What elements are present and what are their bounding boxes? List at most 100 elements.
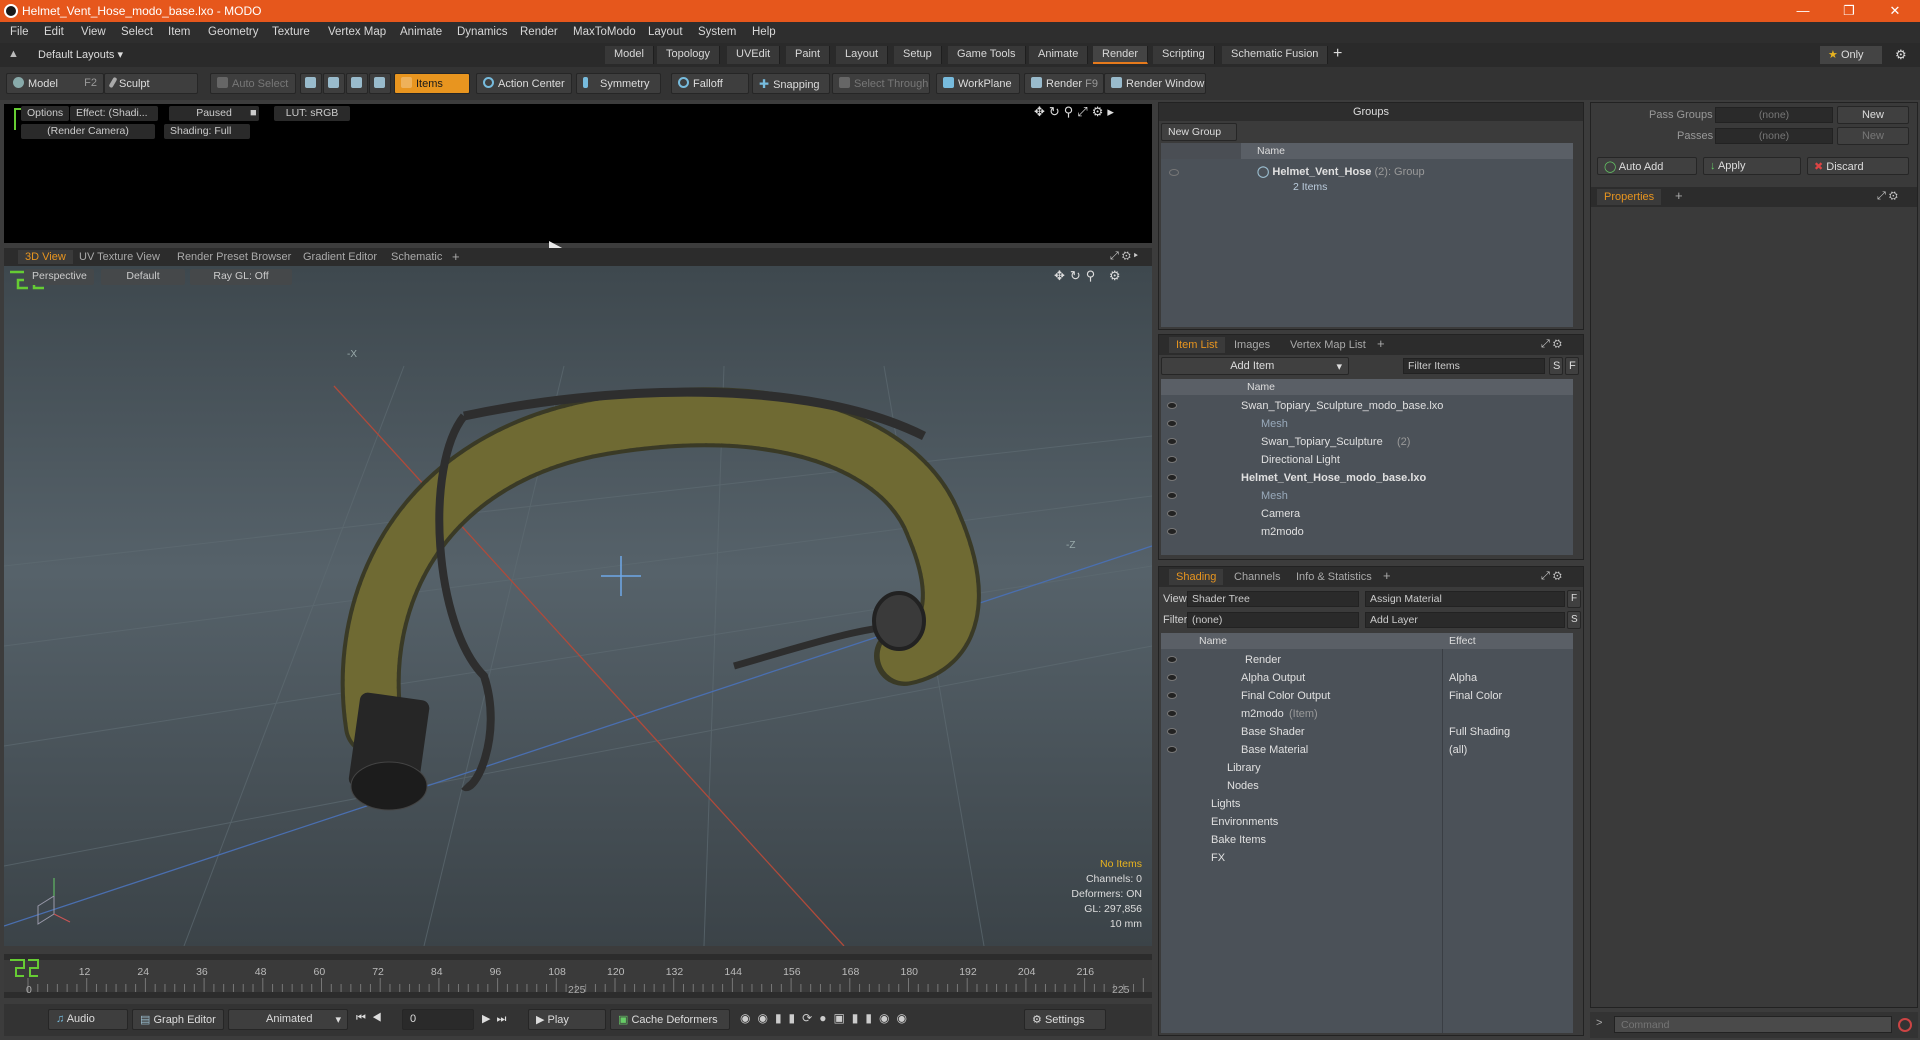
tab-info-statistics[interactable]: Info & Statistics — [1289, 569, 1379, 585]
tab-layout[interactable]: Layout — [836, 46, 889, 64]
timeline[interactable]: 12 24 36 48 60 72 84 96 108 120 132 144 156 168 180 192… — [4, 954, 1152, 998]
visibility-eye-icon[interactable] — [1167, 456, 1177, 463]
preview-nav-icons[interactable]: ✥↻⚲⤢⚙▸ — [1034, 104, 1118, 120]
default-layouts-dropdown[interactable]: Default Layouts ▾ — [38, 48, 123, 61]
tab-vertex-map-list[interactable]: Vertex Map List — [1283, 337, 1373, 353]
shader-tree-row[interactable]: Environments — [1161, 813, 1573, 831]
select-through-button[interactable]: Select Through — [832, 73, 930, 94]
menu-texture[interactable]: Texture — [272, 26, 310, 38]
layout-menu-icon[interactable]: ▲ — [8, 48, 19, 60]
add-list-tab-icon[interactable]: + — [1377, 336, 1385, 351]
add-layer-dropdown[interactable]: Add Layer — [1365, 612, 1565, 628]
shader-tree-row[interactable]: m2modo (Item) — [1161, 705, 1573, 723]
shader-effect-value[interactable]: (all) — [1449, 741, 1467, 759]
tab-gradient-editor[interactable]: Gradient Editor — [296, 250, 384, 264]
render-button[interactable]: Render F9 — [1024, 73, 1104, 94]
shader-tree-row[interactable]: Render — [1161, 651, 1573, 669]
filter-f-button[interactable]: F — [1565, 357, 1579, 375]
menu-file[interactable]: File — [10, 26, 29, 38]
assign-material-dropdown[interactable]: Assign Material — [1365, 591, 1565, 607]
tab-properties[interactable]: Properties — [1597, 189, 1662, 205]
visibility-eye-icon[interactable] — [1167, 746, 1177, 753]
item-list-row[interactable]: Helmet_Vent_Hose_modo_base.lxo — [1161, 469, 1573, 487]
shader-tree-row[interactable]: Base Shader Full Shading — [1161, 723, 1573, 741]
options-button[interactable]: Options — [21, 106, 70, 121]
command-stop-icon[interactable] — [1898, 1018, 1912, 1032]
forward-controls-icons[interactable]: ▶⏭ — [482, 1012, 512, 1026]
group-visibility-eye-icon[interactable] — [1169, 169, 1179, 176]
menu-system[interactable]: System — [698, 26, 736, 38]
render-preview[interactable]: Options Effect: (Shadi... Paused ■ LUT: … — [4, 104, 1152, 307]
shader-tree-row[interactable]: Alpha Output Alpha — [1161, 669, 1573, 687]
item-list-row[interactable]: Directional Light — [1161, 451, 1573, 469]
lock-icon[interactable]: ■ — [250, 107, 257, 119]
visibility-eye-icon[interactable] — [1167, 692, 1177, 699]
paused-toggle[interactable]: Paused — [169, 106, 259, 121]
shading-dropdown[interactable]: Shading: Full — [164, 124, 250, 139]
snapping-button[interactable]: ✚ Snapping — [752, 73, 830, 94]
tab-topology[interactable]: Topology — [657, 46, 721, 64]
edges-mode-button[interactable] — [323, 73, 345, 94]
discard-button[interactable]: ✖ Discard — [1807, 157, 1909, 175]
new-pass-group-button[interactable]: New — [1837, 106, 1909, 124]
workplane-button[interactable]: WorkPlane — [936, 73, 1020, 94]
tab-paint[interactable]: Paint — [786, 46, 831, 64]
menu-edit[interactable]: Edit — [44, 26, 64, 38]
add-shading-tab-icon[interactable]: + — [1383, 568, 1391, 583]
tab-schematic[interactable]: Schematic — [384, 250, 449, 264]
shader-tree-row[interactable]: Base Material (all) — [1161, 741, 1573, 759]
filter-s-button[interactable]: S — [1549, 357, 1563, 375]
item-list-row[interactable]: Swan_Topiary_Sculpture_modo_base.lxo — [1161, 397, 1573, 415]
tab-animate[interactable]: Animate — [1029, 46, 1089, 64]
shader-tree-row[interactable]: Nodes — [1161, 777, 1573, 795]
shader-effect-value[interactable]: Full Shading — [1449, 723, 1510, 741]
symmetry-button[interactable]: Symmetry — [576, 73, 661, 94]
menu-vertex-map[interactable]: Vertex Map — [328, 26, 386, 38]
play-button[interactable]: ▶ Play — [528, 1009, 606, 1030]
add-properties-tab-icon[interactable]: + — [1675, 188, 1683, 203]
properties-options-icons[interactable]: ⤢ ⚙ — [1877, 190, 1898, 203]
add-tab-icon[interactable]: + — [1333, 45, 1342, 63]
menu-select[interactable]: Select — [121, 26, 153, 38]
viewport-options-icons[interactable]: ⤢ ⚙ ▸ — [1110, 250, 1138, 263]
new-group-button[interactable]: New Group — [1161, 123, 1237, 141]
command-input[interactable] — [1614, 1016, 1892, 1033]
tab-render-preset-browser[interactable]: Render Preset Browser — [170, 250, 298, 264]
visibility-eye-icon[interactable] — [1167, 674, 1177, 681]
new-pass-button[interactable]: New — [1837, 127, 1909, 145]
key-controls-icons[interactable]: ◉◉▮▮⟳●▣▮▮◉◉ — [740, 1011, 914, 1025]
tab-render[interactable]: Render — [1093, 46, 1149, 64]
shader-effect-value[interactable]: Final Color — [1449, 687, 1502, 705]
item-list-row[interactable]: Swan_Topiary_Sculpture (2) — [1161, 433, 1573, 451]
render-camera-dropdown[interactable]: (Render Camera) — [21, 124, 155, 139]
viewport-nav-icons[interactable]: ✥↻⚲ ⚙ — [1054, 268, 1126, 284]
only-toggle[interactable]: ★ Only — [1820, 46, 1882, 64]
item-list-row[interactable]: m2modo — [1161, 523, 1573, 541]
visibility-eye-icon[interactable] — [1167, 492, 1177, 499]
shader-tree-row[interactable]: Library — [1161, 759, 1573, 777]
tab-scripting[interactable]: Scripting — [1153, 46, 1215, 64]
model-mode-button[interactable]: Model F2 — [6, 73, 104, 94]
filter-items-input[interactable]: Filter Items — [1403, 358, 1545, 374]
visibility-eye-icon[interactable] — [1167, 510, 1177, 517]
polygons-mode-button[interactable] — [346, 73, 368, 94]
shader-tree-row[interactable]: FX — [1161, 849, 1573, 867]
tab-item-list[interactable]: Item List — [1169, 337, 1225, 353]
gear-icon[interactable]: ⚙ — [1895, 47, 1907, 63]
tab-uvedit[interactable]: UVEdit — [727, 46, 781, 64]
tab-shading[interactable]: Shading — [1169, 569, 1224, 585]
passes-dropdown[interactable]: (none) — [1715, 128, 1833, 144]
apply-button[interactable]: ↓ Apply — [1703, 157, 1801, 175]
pass-groups-dropdown[interactable]: (none) — [1715, 107, 1833, 123]
tab-model[interactable]: Model — [605, 46, 654, 64]
lut-dropdown[interactable]: LUT: sRGB — [274, 106, 350, 121]
tab-setup[interactable]: Setup — [894, 46, 942, 64]
menu-view[interactable]: View — [81, 26, 106, 38]
close-button[interactable]: ✕ — [1872, 0, 1918, 22]
tab-game-tools[interactable]: Game Tools — [948, 46, 1026, 64]
shader-tree-row[interactable]: Final Color Output Final Color — [1161, 687, 1573, 705]
items-mode-button[interactable]: Items — [394, 73, 470, 94]
visibility-eye-icon[interactable] — [1167, 402, 1177, 409]
action-center-button[interactable]: Action Center — [476, 73, 572, 94]
visibility-eye-icon[interactable] — [1167, 474, 1177, 481]
